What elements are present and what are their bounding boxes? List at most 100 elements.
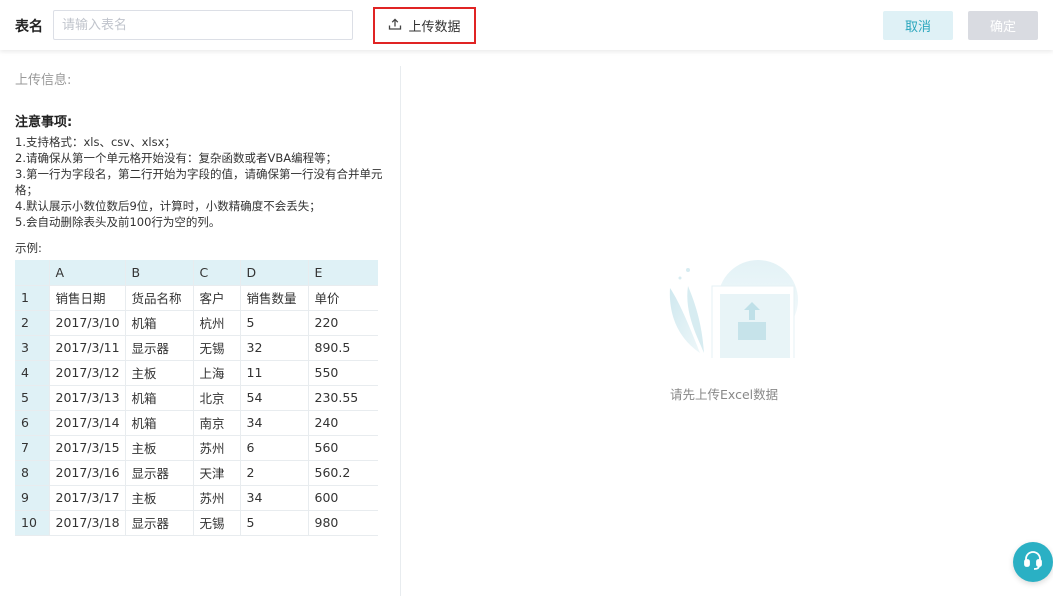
table-cell: 5 [240,510,309,536]
example-label: 示例: [15,241,42,255]
table-cell: 无锡 [193,335,241,361]
table-cell: 主板 [125,485,194,511]
table-cell: 980 [308,510,378,536]
row-number: 6 [15,410,50,436]
table-row: 8 2017/3/16 显示器 天津 2 560.2 [15,460,378,486]
table-cell: 主板 [125,360,194,386]
column-header: C [193,260,241,286]
table-cell: 54 [240,385,309,411]
table-cell: 600 [308,485,378,511]
row-number: 2 [15,310,50,336]
table-cell: 机箱 [125,410,194,436]
table-cell: 货品名称 [125,285,194,311]
table-cell: 2 [240,460,309,486]
table-cell: 上海 [193,360,241,386]
table-row: 6 2017/3/14 机箱 南京 34 240 [15,410,378,436]
table-row: 4 2017/3/12 主板 上海 11 550 [15,360,378,386]
cancel-button[interactable]: 取消 [883,11,953,40]
table-row: 7 2017/3/15 主板 苏州 6 560 [15,435,378,461]
table-cell: 550 [308,360,378,386]
row-number: 7 [15,435,50,461]
row-number: 4 [15,360,50,386]
table-cell: 560.2 [308,460,378,486]
table-name-label: 表名 [15,19,43,35]
upload-data-button[interactable]: 上传数据 [373,7,476,44]
table-cell: 无锡 [193,510,241,536]
row-number: 3 [15,335,50,361]
table-cell: 5 [240,310,309,336]
row-number: 9 [15,485,50,511]
sample-header-row: A B C D E [15,260,378,286]
row-number: 1 [15,285,50,311]
table-cell: 2017/3/18 [49,510,126,536]
table-row: 9 2017/3/17 主板 苏州 34 600 [15,485,378,511]
table-cell: 6 [240,435,309,461]
table-cell: 2017/3/14 [49,410,126,436]
table-cell: 34 [240,410,309,436]
notes-list: 1.支持格式：xls、csv、xlsx； 2.请确保从第一个单元格开始没有：复杂… [15,134,390,230]
table-cell: 2017/3/15 [49,435,126,461]
table-cell: 杭州 [193,310,241,336]
table-cell: 苏州 [193,435,241,461]
table-cell: 天津 [193,460,241,486]
note-item: 2.请确保从第一个单元格开始没有：复杂函数或者VBA编程等； [15,151,338,165]
table-cell: 2017/3/10 [49,310,126,336]
table-cell: 客户 [193,285,241,311]
excel-upload-illustration [640,258,820,373]
table-cell: 11 [240,360,309,386]
table-row: 10 2017/3/18 显示器 无锡 5 980 [15,510,378,536]
note-item: 3.第一行为字段名，第二行开始为字段的值，请确保第一行没有合并单元格； [15,167,383,197]
table-cell: 2017/3/11 [49,335,126,361]
table-cell: 显示器 [125,460,194,486]
upload-info-label: 上传信息: [15,73,72,88]
table-cell: 34 [240,485,309,511]
sample-table: A B C D E 1 销售日期 货品名称 客户 销售数量 单价 2 2017/3/10 机箱杭… [15,260,378,536]
table-name-input[interactable] [53,10,353,40]
table-cell: 机箱 [125,310,194,336]
table-row: 2 2017/3/10 机箱 杭州 5 220 [15,310,378,336]
table-cell: 2017/3/16 [49,460,126,486]
notes-title: 注意事项: [15,115,73,130]
table-cell: 2017/3/17 [49,485,126,511]
table-cell: 240 [308,410,378,436]
table-cell: 显示器 [125,510,194,536]
table-cell: 32 [240,335,309,361]
table-cell: 单价 [308,285,378,311]
note-item: 1.支持格式：xls、csv、xlsx； [15,135,176,149]
note-item: 5.会自动删除表头及前100行为空的列。 [15,215,221,229]
top-toolbar: 表名 上传数据 取消 确定 [0,0,1053,50]
table-cell: 南京 [193,410,241,436]
upload-data-label: 上传数据 [408,20,461,35]
column-header: A [49,260,126,286]
table-cell: 2017/3/12 [49,360,126,386]
table-cell: 北京 [193,385,241,411]
table-cell: 890.5 [308,335,378,361]
table-cell: 2017/3/13 [49,385,126,411]
table-cell: 机箱 [125,385,194,411]
row-number: 8 [15,460,50,486]
customer-service-button[interactable] [1013,542,1053,582]
table-cell: 苏州 [193,485,241,511]
table-cell: 230.55 [308,385,378,411]
table-cell: 销售日期 [49,285,126,311]
customer-service-icon [1022,549,1044,575]
empty-state-text: 请先上传Excel数据 [670,387,779,402]
table-row: 5 2017/3/13 机箱 北京 54 230.55 [15,385,378,411]
table-cell: 销售数量 [240,285,309,311]
corner-cell [15,260,50,286]
table-cell: 主板 [125,435,194,461]
table-cell: 560 [308,435,378,461]
upload-icon [388,17,402,35]
row-number: 5 [15,385,50,411]
note-item: 4.默认展示小数位数后9位，计算时，小数精确度不会丢失； [15,199,321,213]
row-number: 10 [15,510,50,536]
column-header: B [125,260,194,286]
table-cell: 220 [308,310,378,336]
confirm-button[interactable]: 确定 [968,11,1038,40]
column-header: E [308,260,378,286]
table-row: 1 销售日期 货品名称 客户 销售数量 单价 [15,285,378,311]
column-header: D [240,260,309,286]
table-cell: 显示器 [125,335,194,361]
table-row: 3 2017/3/11 显示器 无锡 32 890.5 [15,335,378,361]
panel-divider [400,66,401,596]
